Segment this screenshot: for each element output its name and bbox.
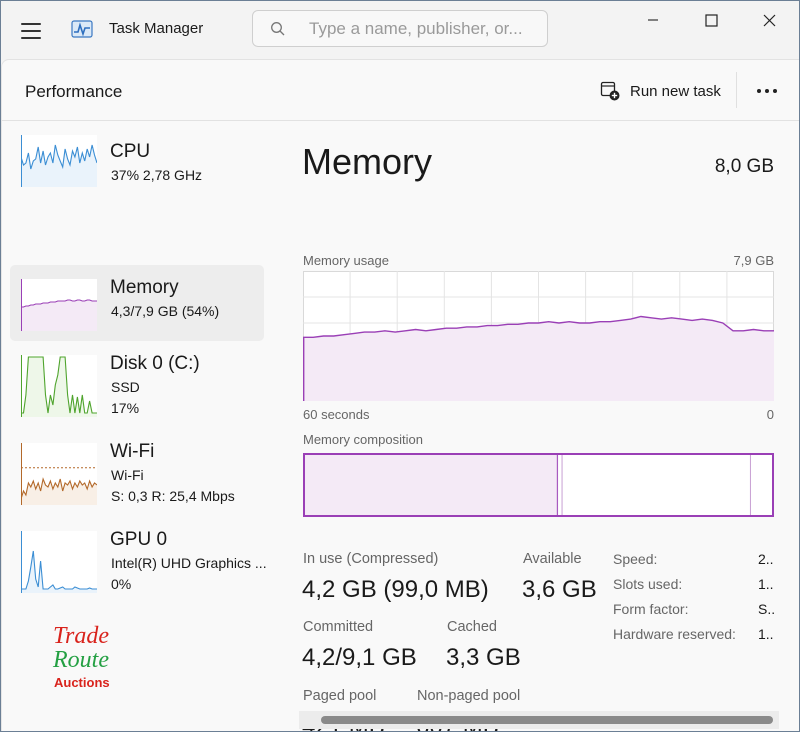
sidebar-item-label: Memory: [110, 277, 179, 298]
sidebar-item-detail: Intel(R) UHD Graphics ...: [111, 555, 267, 571]
cached-value: 3,3 GB: [446, 644, 521, 671]
task-manager-app-icon: [71, 20, 93, 38]
sidebar-item-label: Wi-Fi: [110, 441, 155, 462]
sidebar-item-detail: Wi-Fi: [111, 467, 144, 483]
scrollbar-thumb[interactable]: [321, 716, 773, 724]
sidebar-item-label: GPU 0: [110, 529, 168, 550]
form-factor-label: Form factor:: [613, 601, 689, 617]
cpu-thumbnail-graph: [21, 135, 97, 187]
gpu-thumbnail-graph: [21, 531, 97, 593]
hardware-reserved-label: Hardware reserved:: [613, 626, 736, 642]
sidebar-item-wifi[interactable]: Wi-Fi Wi-Fi S: 0,3 R: 25,4 Mbps: [10, 429, 264, 505]
composition-in-use: [304, 454, 559, 516]
committed-value: 4,2/9,1 GB: [302, 644, 417, 671]
sidebar-item-detail-2: 0%: [111, 576, 132, 592]
minimize-icon: [648, 19, 658, 21]
graph-time-axis-left: 60 seconds: [303, 407, 370, 422]
sidebar-item-gpu[interactable]: GPU 0 Intel(R) UHD Graphics ... 0%: [10, 517, 267, 593]
sidebar-item-memory[interactable]: Memory 4,3/7,9 GB (54%): [10, 265, 264, 341]
search-box[interactable]: [252, 10, 548, 47]
memory-composition-label: Memory composition: [303, 432, 423, 447]
horizontal-scrollbar[interactable]: [299, 711, 779, 729]
disk-thumbnail-graph: [21, 355, 97, 417]
form-factor-value: S..: [758, 601, 776, 617]
committed-label: Committed: [303, 619, 374, 635]
minimize-button[interactable]: [623, 1, 683, 39]
sidebar-item-detail-2: S: 0,3 R: 25,4 Mbps: [111, 488, 235, 504]
sidebar-item-detail: 4,3/7,9 GB (54%): [111, 303, 220, 319]
graph-time-axis-right: 0: [766, 407, 774, 422]
memory-usage-max: 7,9 GB: [733, 253, 774, 268]
slots-used-value: 1..: [758, 576, 774, 592]
logo-line-3: Auctions: [54, 675, 110, 690]
memory-thumbnail-graph: [21, 279, 97, 331]
speed-value: 2..: [758, 551, 774, 567]
paged-pool-label: Paged pool: [303, 688, 377, 704]
memory-title: Memory: [302, 141, 433, 182]
maximize-button[interactable]: [681, 1, 741, 39]
hardware-reserved-value: 1..: [758, 626, 774, 642]
in-use-label: In use (Compressed): [303, 551, 439, 567]
available-label: Available: [523, 551, 582, 567]
app-title: Task Manager: [109, 20, 204, 37]
sidebar-item-detail-2: 17%: [111, 400, 140, 416]
sidebar-item-detail: 37% 2,78 GHz: [111, 167, 203, 183]
cached-label: Cached: [447, 619, 497, 635]
non-paged-pool-label: Non-paged pool: [417, 688, 521, 704]
close-button[interactable]: [739, 1, 799, 39]
search-icon: [271, 22, 285, 36]
run-new-task-button[interactable]: Run new task: [592, 74, 729, 108]
memory-composition-bar[interactable]: [303, 453, 774, 517]
sidebar-item-cpu[interactable]: CPU 37% 2,78 GHz: [10, 121, 264, 197]
sidebar-item-disk[interactable]: Disk 0 (C:) SSD 17%: [10, 341, 264, 417]
in-use-value: 4,2 GB (99,0 MB): [302, 576, 489, 603]
speed-label: Speed:: [613, 551, 658, 567]
maximize-icon: [704, 13, 718, 27]
available-value: 3,6 GB: [522, 576, 597, 603]
logo-line-2: Route: [52, 647, 109, 673]
page-title: Performance: [25, 82, 123, 101]
search-input[interactable]: [309, 16, 534, 42]
close-icon: [763, 14, 775, 26]
panel-header: Performance Run new task: [2, 60, 799, 121]
task-manager-window: Task Manager Performance: [0, 0, 800, 732]
run-new-task-icon: [600, 81, 620, 101]
sidebar-item-label: Disk 0 (C:): [110, 353, 200, 374]
sidebar-item-label: CPU: [110, 141, 151, 162]
run-new-task-label: Run new task: [630, 82, 721, 100]
logo-line-1: Trade: [53, 623, 109, 649]
wifi-thumbnail-graph: [21, 443, 97, 505]
slots-used-label: Slots used:: [613, 576, 683, 592]
hamburger-menu-icon[interactable]: [21, 23, 41, 39]
header-separator: [736, 72, 737, 108]
title-bar: Task Manager: [1, 1, 799, 59]
more-options-icon: [757, 89, 777, 93]
memory-usage-label: Memory usage: [303, 253, 389, 268]
sidebar-item-detail: SSD: [111, 379, 140, 395]
trade-route-auctions-logo: Trade Route Auctions: [52, 623, 110, 690]
memory-total: 8,0 GB: [714, 156, 774, 177]
memory-usage-graph: [303, 271, 774, 401]
more-options-button[interactable]: [750, 78, 784, 104]
